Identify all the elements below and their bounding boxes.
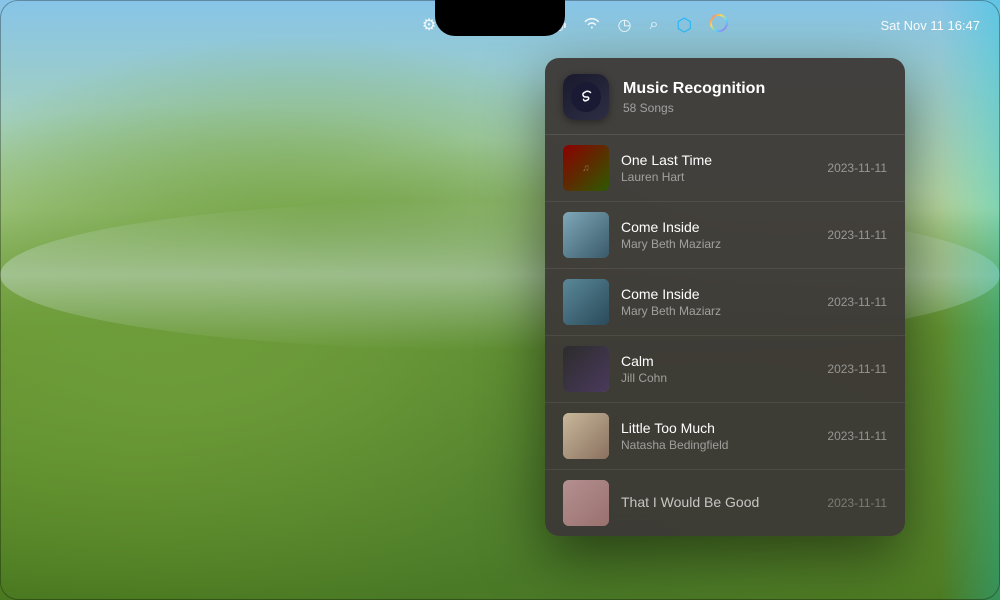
panel-subtitle: 58 Songs xyxy=(623,101,765,115)
song-title: That I Would Be Good xyxy=(621,494,815,510)
album-art xyxy=(563,346,609,392)
album-art xyxy=(563,212,609,258)
song-date: 2023-11-11 xyxy=(827,161,887,175)
song-info: One Last Time Lauren Hart xyxy=(621,152,815,184)
wifi-icon[interactable] xyxy=(583,16,599,34)
search-icon[interactable]: ⌕ xyxy=(649,16,658,34)
song-artist: Mary Beth Maziarz xyxy=(621,304,815,318)
song-info: Calm Jill Cohn xyxy=(621,353,815,385)
shazam-logo xyxy=(563,74,609,120)
song-date: 2023-11-11 xyxy=(827,496,887,510)
song-artist: Jill Cohn xyxy=(621,371,815,385)
song-artist: Mary Beth Maziarz xyxy=(621,237,815,251)
panel-header: Music Recognition 58 Songs xyxy=(545,58,905,135)
menu-time: Sat Nov 11 16:47 xyxy=(881,18,981,33)
art-pattern-5 xyxy=(563,413,609,459)
song-list: ♫ One Last Time Lauren Hart 2023-11-11 C… xyxy=(545,135,905,536)
list-item[interactable]: That I Would Be Good 2023-11-11 xyxy=(545,470,905,536)
album-art: ♫ xyxy=(563,145,609,191)
list-item[interactable]: ♫ One Last Time Lauren Hart 2023-11-11 xyxy=(545,135,905,202)
song-date: 2023-11-11 xyxy=(827,295,887,309)
song-info: Come Inside Mary Beth Maziarz xyxy=(621,219,815,251)
right-edge-glow xyxy=(940,0,1000,600)
list-item[interactable]: Come Inside Mary Beth Maziarz 2023-11-11 xyxy=(545,269,905,336)
menubar-right: Sat Nov 11 16:47 xyxy=(881,0,981,50)
song-date: 2023-11-11 xyxy=(827,228,887,242)
panel-title: Music Recognition xyxy=(623,79,765,98)
shazam-panel: Music Recognition 58 Songs ♫ One Last Ti… xyxy=(545,58,905,536)
panel-title-group: Music Recognition 58 Songs xyxy=(623,79,765,114)
shazam-menubar-icon[interactable]: ⬡ xyxy=(676,15,692,36)
art-pattern-6 xyxy=(563,480,609,526)
sliders-icon[interactable]: ⚙ xyxy=(422,15,436,35)
notch xyxy=(435,0,565,36)
siri-icon[interactable] xyxy=(710,14,728,37)
art-pattern-3 xyxy=(563,279,609,325)
album-art xyxy=(563,480,609,526)
song-info: Little Too Much Natasha Bedingfield xyxy=(621,420,815,452)
song-title: Come Inside xyxy=(621,219,815,235)
song-artist: Lauren Hart xyxy=(621,170,815,184)
list-item[interactable]: Come Inside Mary Beth Maziarz 2023-11-11 xyxy=(545,202,905,269)
song-title: Calm xyxy=(621,353,815,369)
song-info: Come Inside Mary Beth Maziarz xyxy=(621,286,815,318)
song-artist: Natasha Bedingfield xyxy=(621,438,815,452)
song-title: Little Too Much xyxy=(621,420,815,436)
song-info: That I Would Be Good xyxy=(621,494,815,512)
song-date: 2023-11-11 xyxy=(827,429,887,443)
art-pattern-4 xyxy=(563,346,609,392)
album-art xyxy=(563,413,609,459)
song-title: Come Inside xyxy=(621,286,815,302)
album-art xyxy=(563,279,609,325)
art-pattern-1: ♫ xyxy=(563,145,609,191)
song-title: One Last Time xyxy=(621,152,815,168)
shazam-logo-svg xyxy=(571,82,601,112)
art-pattern-2 xyxy=(563,212,609,258)
song-date: 2023-11-11 xyxy=(827,362,887,376)
list-item[interactable]: Calm Jill Cohn 2023-11-11 xyxy=(545,336,905,403)
history-icon[interactable]: ◷ xyxy=(617,15,631,35)
list-item[interactable]: Little Too Much Natasha Bedingfield 2023… xyxy=(545,403,905,470)
battery-tip xyxy=(563,23,565,28)
